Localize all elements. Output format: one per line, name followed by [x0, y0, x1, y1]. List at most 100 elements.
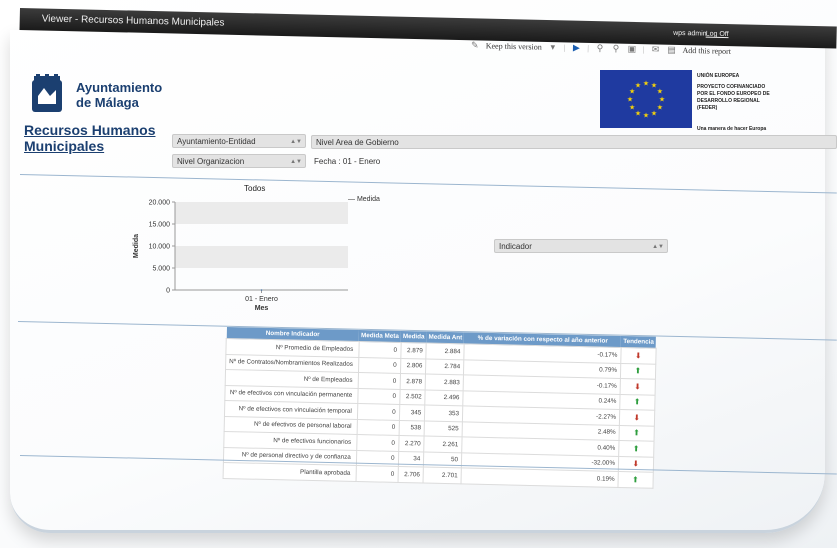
organizacion-select-value: Nivel Organizacion: [177, 157, 245, 166]
y-tick-label: 0: [166, 288, 170, 295]
chart-area: 0 5.000 10.000 15.000 20.000 01 - Enero Mes Med…: [133, 200, 348, 312]
chart-band: [175, 246, 348, 268]
eu-star-icon: ★: [651, 109, 657, 117]
eu-flag-logo: ★★★★★★★★★ ★ ★★: [600, 70, 692, 128]
eu-line3: DESARROLLO REGIONAL: [697, 98, 760, 104]
meta-value: 0: [357, 388, 400, 405]
medida-value: 2.806: [400, 357, 427, 375]
medida-ant-value: 2.496: [425, 389, 464, 406]
meta-value: 0: [357, 372, 401, 389]
save-icon[interactable]: ▣: [627, 44, 637, 54]
medida-ant-value: 2.784: [425, 358, 464, 375]
medida-value: 538: [398, 419, 425, 437]
trend-cell: ⬇: [620, 347, 656, 364]
arrow-down-icon: ⬇: [633, 413, 641, 423]
arrow-up-icon: ⬆: [633, 397, 641, 407]
eu-funding-notice: UNIÓN EUROPEA PROYECTO COFINANCIADO POR …: [697, 73, 837, 133]
y-tick-label: 10.000: [149, 244, 171, 251]
trend-cell: ⬆: [619, 393, 655, 411]
fecha-label: Fecha : 01 - Enero: [314, 157, 381, 166]
eu-title: UNIÓN EUROPEA: [697, 73, 740, 79]
medida-value: 345: [398, 404, 426, 421]
medida-ant-value: 2.884: [426, 343, 465, 360]
area-select-value: Nivel Area de Gobierno: [316, 138, 399, 147]
variation-value: 0.19%: [460, 467, 619, 487]
toolbar-divider: |: [642, 44, 645, 54]
run-icon[interactable]: ▶: [571, 42, 581, 52]
zoom-in-icon[interactable]: ⚲: [611, 43, 621, 53]
eu-line4: (FEDER): [697, 105, 718, 111]
trend-cell: ⬇: [620, 378, 656, 395]
column-header[interactable]: Tendencia: [621, 335, 657, 349]
add-report-icon: ▤: [667, 44, 676, 55]
window-title: Viewer - Recursos Humanos Municipales: [41, 13, 225, 29]
eu-star-icon: ★: [629, 104, 635, 112]
arrow-up-icon: ⬆: [631, 475, 639, 485]
eu-line2: POR EL FONDO EUROPEO DE: [697, 91, 770, 97]
trend-cell: ⬆: [618, 424, 655, 442]
indicador-select-value: Indicador: [499, 242, 532, 251]
medida-value: 2.270: [398, 435, 425, 452]
toolbar-divider: |: [563, 42, 566, 52]
report-title-line2: Municipales: [24, 138, 105, 154]
meta-value: 0: [356, 434, 399, 451]
medida-ant-value: 2.883: [425, 374, 464, 391]
eu-star-icon: ★: [643, 80, 649, 88]
medida-ant-value: 525: [424, 420, 463, 437]
y-tick-label: 5.000: [152, 266, 170, 273]
city-name: Ayuntamiento de Málaga: [76, 80, 186, 110]
meta-value: 0: [358, 357, 401, 374]
area-select[interactable]: Nivel Area de Gobierno: [311, 135, 837, 149]
y-tick-label: 15.000: [149, 222, 171, 229]
report-title[interactable]: Recursos Humanos Municipales: [24, 122, 155, 154]
eu-line1: PROYECTO COFINANCIADO: [697, 84, 766, 90]
add-report-button[interactable]: Add this report: [682, 45, 731, 55]
email-icon[interactable]: ✉: [650, 44, 660, 54]
indicador-select[interactable]: Indicador ▲▼: [494, 239, 668, 253]
entidad-select[interactable]: Ayuntamiento-Entidad ▲▼: [172, 134, 306, 148]
eu-star-icon: ★: [659, 96, 665, 104]
organizacion-select[interactable]: Nivel Organizacion ▲▼: [172, 154, 306, 168]
meta-value: 0: [355, 465, 398, 482]
chart-band: [175, 202, 348, 224]
chevron-down-icon[interactable]: ▾: [548, 42, 558, 52]
arrow-down-icon: ⬇: [634, 382, 641, 392]
medida-ant-value: 353: [424, 405, 463, 422]
eu-slogan: Una manera de hacer Europa: [697, 126, 767, 132]
trend-cell: ⬆: [620, 362, 656, 380]
trend-cell: ⬆: [618, 440, 654, 457]
trend-cell: ⬇: [619, 409, 655, 426]
medida-value: 2.502: [399, 388, 426, 406]
keep-version-button[interactable]: Keep this version: [486, 41, 542, 51]
city-coat-of-arms-logo: [32, 74, 62, 112]
medida-value: 2.878: [399, 373, 426, 390]
eu-star-icon: ★: [627, 96, 633, 104]
eu-star-icon: ★: [635, 82, 641, 90]
entidad-select-value: Ayuntamiento-Entidad: [177, 137, 256, 146]
arrow-down-icon: ⬇: [634, 351, 642, 361]
meta-value: 0: [357, 403, 400, 420]
y-axis-label: Medida: [133, 234, 140, 258]
trend-cell: ⬆: [617, 471, 653, 488]
city-name-line2: de Málaga: [76, 95, 139, 110]
zoom-out-icon[interactable]: ⚲: [595, 43, 605, 53]
chart-title: Todos: [244, 184, 266, 193]
y-tick-label: 20.000: [149, 200, 171, 207]
chevron-updown-icon: ▲▼: [290, 139, 302, 145]
data-point: [260, 289, 263, 291]
chevron-updown-icon: ▲▼: [290, 159, 302, 165]
x-tick-label: 01 - Enero: [245, 296, 278, 303]
medida-ant-value: 2.261: [423, 436, 463, 453]
medida-value: 2.879: [400, 342, 427, 359]
meta-value: 0: [356, 419, 399, 436]
keep-version-icon: ✎: [470, 40, 479, 51]
medida-value: 2.706: [397, 466, 424, 483]
column-header[interactable]: Medida: [400, 330, 427, 344]
arrow-up-icon: ⬆: [634, 366, 642, 376]
column-header[interactable]: Medida Ant: [426, 331, 465, 344]
eu-star-icon: ★: [657, 88, 663, 96]
arrow-down-icon: ⬇: [632, 459, 640, 469]
x-axis-label: Mes: [255, 305, 269, 312]
meta-value: 0: [358, 341, 401, 358]
column-header[interactable]: Medida Meta: [358, 330, 402, 343]
